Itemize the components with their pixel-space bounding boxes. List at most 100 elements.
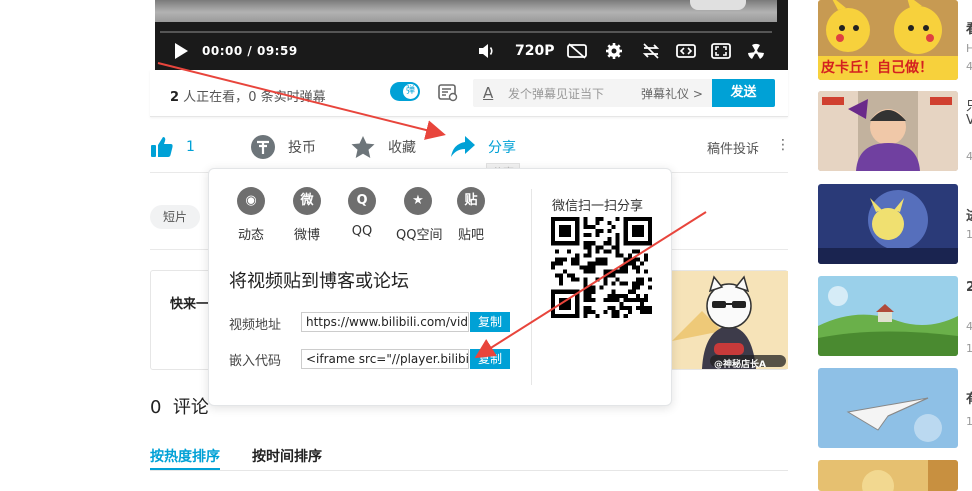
sidebar-meta-fragment: 4 xyxy=(966,150,972,163)
embed-code-label: 嵌入代码 xyxy=(229,354,282,369)
radiation-button[interactable] xyxy=(745,40,767,62)
share-arrow-icon xyxy=(451,136,475,157)
widescreen-button[interactable] xyxy=(675,40,697,62)
danmaku-bar: 2 人正在看，0 条实时弹幕 弹 A 发个弹幕见证当下 弹幕礼仪 > 发送 xyxy=(150,70,788,117)
sidebar-meta-fragment: 1 xyxy=(966,415,972,428)
time-total: 09:59 xyxy=(256,44,298,58)
share-qzone-label: QQ空间 xyxy=(396,228,443,243)
video-frame-object xyxy=(690,0,746,10)
report-link[interactable]: 稿件投诉 xyxy=(707,138,759,157)
danmaku-settings-icon[interactable] xyxy=(438,84,458,102)
sidebar-title-fragment[interactable]: 有 xyxy=(966,388,972,407)
coin-icon xyxy=(251,135,275,159)
share-qzone-button[interactable]: ★ QQ空间 xyxy=(396,187,443,243)
qq-icon: Q xyxy=(348,187,376,215)
comment-label: 评论 xyxy=(172,397,209,418)
sidebar-video-thumb[interactable] xyxy=(818,91,958,171)
copy-url-button[interactable]: 复制 xyxy=(470,312,510,332)
copy-embed-button[interactable]: 复制 xyxy=(470,349,510,369)
fullscreen-button[interactable] xyxy=(710,40,732,62)
viewer-count: 2 xyxy=(170,90,180,105)
danmaku-off-icon xyxy=(566,40,588,62)
danmaku-input[interactable]: A 发个弹幕见证当下 弹幕礼仪 > xyxy=(473,79,712,107)
danmaku-toggle[interactable]: 弹 xyxy=(390,82,420,101)
thumb-caption: 皮卡丘！自己做！ xyxy=(821,60,933,76)
popup-divider xyxy=(531,189,532,385)
comment-header: 0 评论 xyxy=(150,393,209,419)
coin-button[interactable]: 投币 xyxy=(250,133,316,161)
share-qq-button[interactable]: Q QQ xyxy=(340,187,384,239)
danmaku-off-button[interactable] xyxy=(566,40,588,62)
sort-by-time-tab[interactable]: 按时间排序 xyxy=(252,446,322,466)
favorite-button[interactable]: 收藏 xyxy=(350,133,416,161)
sidebar-meta-fragment: 1 xyxy=(966,228,972,241)
like-count: 1 xyxy=(186,139,195,155)
share-weibo-button[interactable]: 微 微博 xyxy=(285,187,329,243)
sidebar-title-fragment[interactable]: 只 xyxy=(966,95,972,114)
time-separator: / xyxy=(247,44,253,58)
fullscreen-icon xyxy=(710,40,732,62)
viewer-info: 2 人正在看，0 条实时弹幕 xyxy=(170,86,326,105)
share-popup: ◉ 动态 微 微博 Q QQ ★ QQ空间 贴 贴吧 将视频贴到博客或论坛 视频… xyxy=(208,168,672,406)
embed-code-field[interactable]: <iframe src="//player.bilibili.com xyxy=(301,349,469,369)
progress-bar[interactable] xyxy=(160,31,772,33)
promo-card-title: 快来一 xyxy=(170,297,210,312)
embed-title: 将视频贴到博客或论坛 xyxy=(229,271,409,292)
sidebar-title-fragment[interactable]: 看 xyxy=(966,18,972,37)
weibo-icon: 微 xyxy=(293,187,321,215)
qzone-icon: ★ xyxy=(404,187,432,215)
tieba-icon: 贴 xyxy=(457,187,485,215)
sidebar-meta-fragment: 1 xyxy=(966,342,972,355)
danmaku-send-button[interactable]: 发送 xyxy=(712,79,775,107)
more-options-icon[interactable]: ⋮ xyxy=(776,138,790,152)
active-tab-underline xyxy=(150,468,220,470)
share-dynamic-label: 动态 xyxy=(237,228,264,243)
radiation-icon xyxy=(745,40,767,62)
share-tieba-button[interactable]: 贴 贴吧 xyxy=(449,187,493,243)
like-button[interactable]: 1 xyxy=(150,133,195,161)
volume-icon xyxy=(476,40,498,62)
sidebar-title-fragment[interactable]: V xyxy=(966,113,972,128)
settings-icon xyxy=(603,40,625,62)
share-button[interactable]: 分享 xyxy=(450,133,516,161)
share-weibo-label: 微博 xyxy=(293,228,320,243)
time-current: 00:00 xyxy=(202,44,243,58)
play-icon xyxy=(175,43,188,59)
sidebar-video-thumb[interactable] xyxy=(818,460,958,491)
video-url-label: 视频地址 xyxy=(229,318,282,333)
danmaku-placeholder: 发个弹幕见证当下 xyxy=(508,87,605,101)
play-button[interactable] xyxy=(173,40,189,62)
loop-button[interactable] xyxy=(640,40,662,62)
comment-count: 0 xyxy=(150,397,162,418)
share-dynamic-button[interactable]: ◉ 动态 xyxy=(229,187,273,243)
sidebar-video-thumb[interactable]: 皮卡丘！自己做！ xyxy=(818,0,958,80)
sort-by-hot-tab[interactable]: 按热度排序 xyxy=(150,446,220,466)
sidebar-video-thumb[interactable] xyxy=(818,276,958,356)
settings-button[interactable] xyxy=(603,40,625,62)
danmaku-style-icon[interactable]: A xyxy=(483,84,493,102)
share-qq-label: QQ xyxy=(351,224,373,239)
sidebar-video-thumb[interactable] xyxy=(818,368,958,448)
volume-button[interactable] xyxy=(476,40,498,62)
viewer-text: 人正在看， xyxy=(179,90,249,105)
video-frame xyxy=(155,0,777,22)
video-url-field[interactable]: https://www.bilibili.com/video/a xyxy=(301,312,469,332)
star-icon xyxy=(351,135,375,158)
sidebar-video-thumb[interactable] xyxy=(818,184,958,264)
sidebar-title-fragment[interactable]: 2 xyxy=(966,280,972,295)
thumbs-up-icon xyxy=(151,137,173,157)
danmaku-toggle-label: 弹 xyxy=(403,84,418,99)
quality-button[interactable]: 720P xyxy=(515,40,554,62)
coin-label: 投币 xyxy=(288,140,316,156)
widescreen-icon xyxy=(675,40,697,62)
danmaku-etiquette-link[interactable]: 弹幕礼仪 > xyxy=(641,85,703,102)
video-player[interactable]: 00:00 / 09:59 720P xyxy=(155,0,788,70)
dynamic-icon: ◉ xyxy=(237,187,265,215)
qr-title: 微信扫一扫分享 xyxy=(552,199,644,214)
danmaku-text: 条实时弹幕 xyxy=(256,90,326,105)
tag-chip[interactable]: 短片 xyxy=(150,205,200,229)
sidebar-title-fragment[interactable]: 进 xyxy=(966,205,972,224)
favorite-label: 收藏 xyxy=(388,140,416,156)
time-display: 00:00 / 09:59 xyxy=(202,40,298,62)
qr-code xyxy=(551,217,652,318)
